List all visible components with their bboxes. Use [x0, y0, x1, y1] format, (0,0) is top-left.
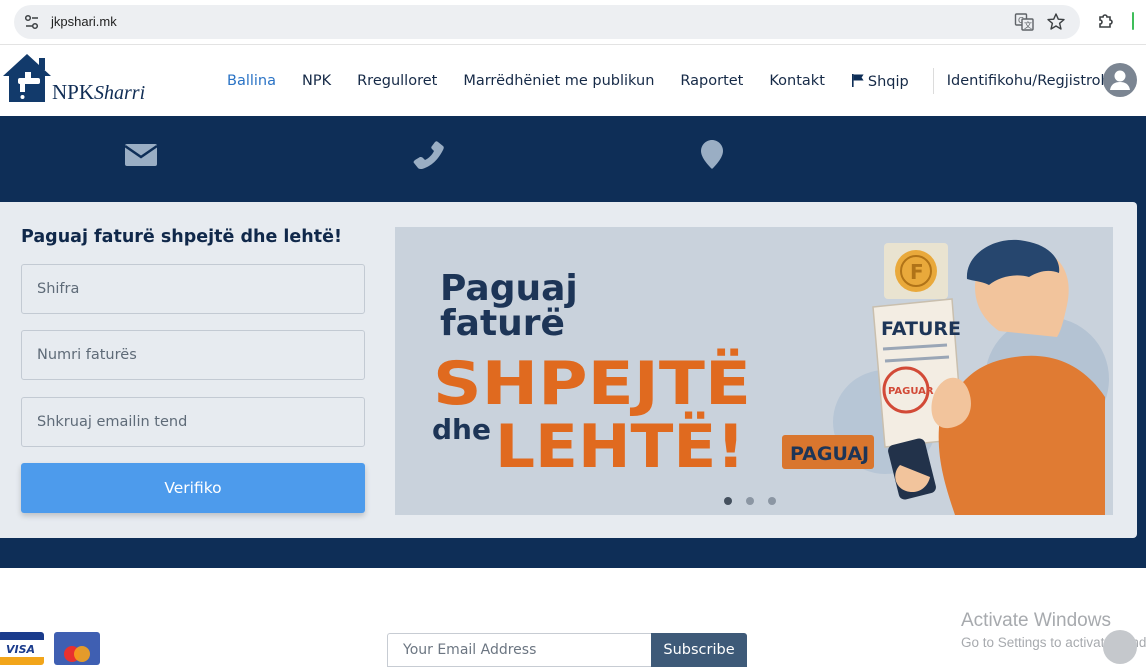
bookmark-star-icon[interactable]	[1046, 12, 1066, 32]
site-header: NPKSharri Ballina NPK Rregulloret Marrëd…	[0, 46, 1146, 116]
address-bar[interactable]: jkpshari.mk G 文	[14, 5, 1080, 39]
envelope-icon[interactable]	[124, 138, 158, 170]
stamp-label: PAGUAR	[888, 386, 934, 397]
pay-tag-label: PAGUAJ	[790, 443, 869, 465]
newsletter-email-input[interactable]	[387, 633, 652, 667]
translate-icon[interactable]: G 文	[1014, 12, 1034, 32]
language-label: Shqip	[867, 73, 909, 90]
nav-item-marredheniet[interactable]: Marrëdhëniet me publikun	[450, 73, 667, 89]
profile-indicator	[1132, 12, 1134, 30]
nav-divider	[932, 68, 934, 94]
main-nav: Ballina NPK Rregulloret Marrëdhëniet me …	[214, 46, 1119, 116]
phone-icon[interactable]	[412, 138, 446, 170]
code-input[interactable]	[21, 264, 365, 314]
site-footer: VISA Subscribe Activate Windows Go to Se…	[0, 568, 1146, 667]
banner-line2: faturë	[440, 303, 565, 344]
carousel-dot-1[interactable]	[724, 497, 732, 505]
invoice-label: FATURE	[881, 318, 961, 340]
payment-form-title: Paguaj faturë shpejtë dhe lehtë!	[21, 227, 342, 247]
language-selector[interactable]: Shqip	[838, 73, 922, 90]
payment-card: Paguaj faturë shpejtë dhe lehtë! Verifik…	[0, 202, 1137, 538]
promo-banner-carousel[interactable]: Paguaj faturë SHPEJTË dhe LEHTË! F FATUR…	[395, 227, 1113, 515]
visa-text: VISA	[6, 643, 35, 656]
nav-item-rregulloret[interactable]: Rregulloret	[344, 73, 450, 89]
coin-label: F	[910, 260, 924, 284]
user-icon	[1110, 70, 1130, 90]
banner-line4-small: dhe	[432, 413, 491, 446]
house-tap-icon	[3, 54, 51, 102]
banner-line4-big: LEHTË!	[495, 410, 745, 482]
subscribe-button[interactable]: Subscribe	[651, 633, 747, 667]
logo-text: NPKSharri	[52, 80, 145, 105]
browser-toolbar: jkpshari.mk G 文	[0, 0, 1146, 45]
nav-item-kontakt[interactable]: Kontakt	[756, 73, 838, 89]
nav-item-raportet[interactable]: Raportet	[667, 73, 756, 89]
map-marker-icon[interactable]	[695, 138, 729, 170]
banner-line3: SHPEJTË	[433, 347, 751, 419]
logo-text-script: Sharri	[94, 82, 146, 104]
visa-logo: VISA	[0, 632, 44, 665]
url-text[interactable]: jkpshari.mk	[51, 14, 117, 29]
logo-text-main: NPK	[52, 80, 95, 104]
user-avatar[interactable]	[1103, 63, 1137, 97]
mastercard-logo	[54, 632, 100, 665]
svg-text:文: 文	[1024, 20, 1032, 30]
email-input[interactable]	[21, 397, 365, 447]
extensions-puzzle-icon[interactable]	[1096, 11, 1116, 31]
flag-icon	[851, 73, 864, 87]
carousel-dot-2[interactable]	[746, 497, 754, 505]
nav-item-npk[interactable]: NPK	[289, 73, 344, 89]
invoice-number-input[interactable]	[21, 330, 365, 380]
npk-sharri-logo[interactable]: NPKSharri	[0, 52, 160, 110]
nav-item-ballina[interactable]: Ballina	[214, 73, 289, 89]
watermark-title: Activate Windows	[961, 610, 1111, 631]
site-settings-icon[interactable]	[23, 13, 41, 31]
promo-illustration: Paguaj faturë SHPEJTË dhe LEHTË! F FATUR…	[432, 239, 1109, 515]
verify-button[interactable]: Verifiko	[21, 463, 365, 513]
carousel-indicators	[724, 497, 776, 505]
login-register-link[interactable]: Identifikohu/Regjistrohu	[944, 73, 1119, 89]
facebook-icon[interactable]	[1103, 630, 1137, 664]
carousel-dot-3[interactable]	[768, 497, 776, 505]
